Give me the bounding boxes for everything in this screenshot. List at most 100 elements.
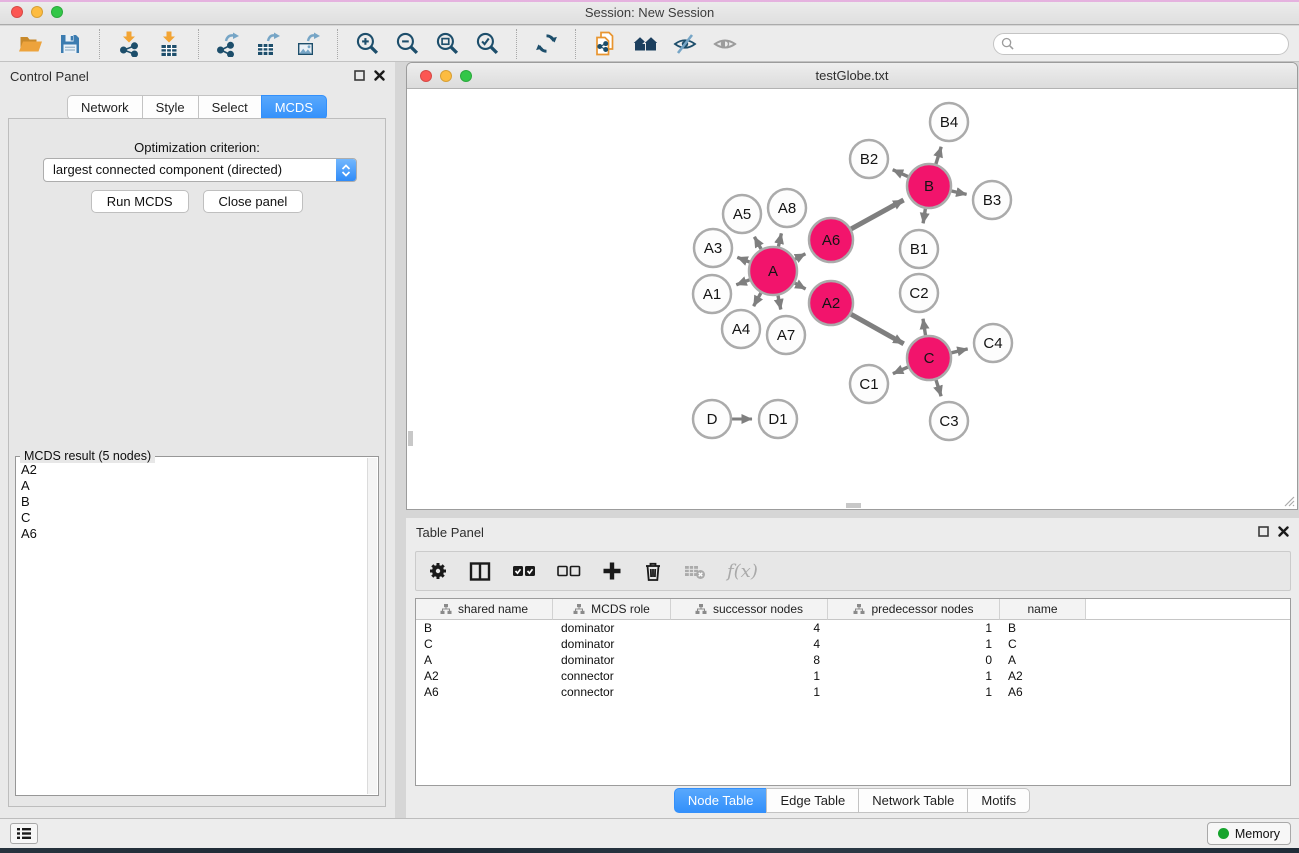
- table-row[interactable]: A2connector11A2: [416, 668, 1290, 684]
- graph-edge-A-A3[interactable]: [737, 257, 749, 262]
- table-row[interactable]: Cdominator41C: [416, 636, 1290, 652]
- table-cell[interactable]: C: [416, 637, 553, 651]
- search-box[interactable]: [993, 33, 1289, 55]
- vertical-scroll-thumb[interactable]: [408, 431, 413, 446]
- table-cell[interactable]: A2: [1000, 669, 1086, 683]
- horizontal-scroll-thumb[interactable]: [846, 503, 861, 508]
- column-header-MCDS-role[interactable]: MCDS role: [553, 599, 671, 620]
- network-canvas[interactable]: AA6A2BCA5A8A3A1A4A7B4B2B3B1C2C4C1C3DD1: [408, 90, 1296, 508]
- hide-graphics-details-button[interactable]: [669, 29, 701, 59]
- graph-edge-A-A6[interactable]: [795, 254, 805, 260]
- export-image-button[interactable]: [292, 29, 324, 59]
- graph-edge-A-A7[interactable]: [778, 296, 781, 310]
- tab-select[interactable]: Select: [198, 95, 262, 120]
- search-input[interactable]: [1019, 37, 1281, 51]
- mcds-result-item[interactable]: A2: [21, 462, 362, 478]
- network-window-titlebar[interactable]: testGlobe.txt: [407, 63, 1297, 89]
- table-cell[interactable]: B: [416, 621, 553, 635]
- graph-edge-C-C4[interactable]: [951, 349, 967, 353]
- table-cell[interactable]: A: [416, 653, 553, 667]
- graph-edge-A-A8[interactable]: [778, 233, 781, 246]
- tab-mcds[interactable]: MCDS: [261, 95, 327, 120]
- tab-network-table[interactable]: Network Table: [858, 788, 968, 813]
- minimize-window-button[interactable]: [31, 6, 43, 18]
- graph-edge-C-C2[interactable]: [923, 319, 926, 336]
- mcds-result-item[interactable]: A6: [21, 526, 362, 542]
- deselect-all-icon[interactable]: [557, 564, 581, 578]
- graph-edge-B-B4[interactable]: [936, 147, 941, 164]
- table-row[interactable]: Adominator80A: [416, 652, 1290, 668]
- table-cell[interactable]: B: [1000, 621, 1086, 635]
- table-cell[interactable]: 4: [671, 637, 828, 651]
- optimization-criterion-dropdown[interactable]: largest connected component (directed): [43, 158, 357, 182]
- table-cell[interactable]: dominator: [553, 637, 671, 651]
- tab-motifs[interactable]: Motifs: [967, 788, 1030, 813]
- delete-column-icon[interactable]: [643, 561, 663, 582]
- table-cell[interactable]: 1: [828, 669, 1000, 683]
- select-all-icon[interactable]: [512, 564, 536, 578]
- new-network-from-selection-button[interactable]: [589, 29, 621, 59]
- table-cell[interactable]: A6: [1000, 685, 1086, 699]
- table-cell[interactable]: 1: [828, 621, 1000, 635]
- tab-edge-table[interactable]: Edge Table: [766, 788, 859, 813]
- resize-grip[interactable]: [1281, 493, 1295, 507]
- network-maximize-button[interactable]: [460, 70, 472, 82]
- table-cell[interactable]: A: [1000, 653, 1086, 667]
- table-cell[interactable]: A2: [416, 669, 553, 683]
- mcds-result-scrollbar[interactable]: [367, 458, 377, 794]
- import-network-button[interactable]: [113, 29, 145, 59]
- table-cell[interactable]: 8: [671, 653, 828, 667]
- gear-icon[interactable]: [428, 561, 448, 581]
- column-layout-icon[interactable]: [469, 562, 491, 581]
- close-table-panel-button[interactable]: [1278, 526, 1289, 537]
- table-cell[interactable]: connector: [553, 685, 671, 699]
- column-header-name[interactable]: name: [1000, 599, 1086, 620]
- graph-edge-A2-C[interactable]: [851, 314, 904, 344]
- float-panel-button[interactable]: [354, 70, 365, 81]
- zoom-fit-button[interactable]: [431, 29, 463, 59]
- tab-style[interactable]: Style: [142, 95, 199, 120]
- table-cell[interactable]: 1: [671, 669, 828, 683]
- graph-edge-A-A4[interactable]: [754, 293, 761, 306]
- tab-node-table[interactable]: Node Table: [674, 788, 768, 813]
- float-table-panel-button[interactable]: [1258, 526, 1269, 537]
- table-cell[interactable]: dominator: [553, 653, 671, 667]
- maximize-window-button[interactable]: [51, 6, 63, 18]
- memory-button[interactable]: Memory: [1207, 822, 1291, 845]
- zoom-out-button[interactable]: [391, 29, 423, 59]
- tab-network[interactable]: Network: [67, 95, 143, 120]
- table-cell[interactable]: 1: [671, 685, 828, 699]
- show-graphics-details-button[interactable]: [709, 29, 741, 59]
- graph-edge-B-B3[interactable]: [952, 191, 967, 194]
- graph-edge-B-B1[interactable]: [923, 209, 925, 224]
- graph-edge-A-A1[interactable]: [736, 280, 749, 285]
- mcds-result-item[interactable]: B: [21, 494, 362, 510]
- zoom-selected-button[interactable]: [471, 29, 503, 59]
- graph-edge-C-C1[interactable]: [893, 367, 908, 374]
- table-cell[interactable]: 1: [828, 685, 1000, 699]
- table-row[interactable]: Bdominator41B: [416, 620, 1290, 636]
- column-header-successor-nodes[interactable]: successor nodes: [671, 599, 828, 620]
- first-neighbors-button[interactable]: [629, 29, 661, 59]
- run-mcds-button[interactable]: Run MCDS: [91, 190, 189, 213]
- import-table-button[interactable]: [153, 29, 185, 59]
- refresh-button[interactable]: [530, 29, 562, 59]
- mcds-result-item[interactable]: A: [21, 478, 362, 494]
- table-cell[interactable]: connector: [553, 669, 671, 683]
- open-session-button[interactable]: [14, 29, 46, 59]
- table-cell[interactable]: C: [1000, 637, 1086, 651]
- table-cell[interactable]: 1: [828, 637, 1000, 651]
- graph-edge-A-A2[interactable]: [795, 283, 806, 289]
- delete-table-icon[interactable]: [684, 563, 706, 580]
- graph-edge-A6-B[interactable]: [851, 200, 904, 229]
- close-panel-button-inline[interactable]: Close panel: [203, 190, 304, 213]
- function-builder-button[interactable]: f(x): [727, 561, 758, 582]
- table-row[interactable]: A6connector11A6: [416, 684, 1290, 700]
- mcds-result-item[interactable]: C: [21, 510, 362, 526]
- export-table-button[interactable]: [252, 29, 284, 59]
- column-header-predecessor-nodes[interactable]: predecessor nodes: [828, 599, 1000, 620]
- network-close-button[interactable]: [420, 70, 432, 82]
- close-window-button[interactable]: [11, 6, 23, 18]
- export-network-button[interactable]: [212, 29, 244, 59]
- column-header-shared-name[interactable]: shared name: [416, 599, 553, 620]
